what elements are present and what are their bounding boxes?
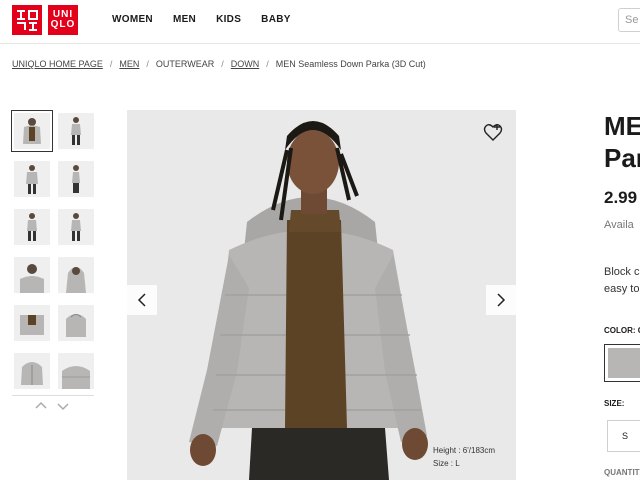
breadcrumb-home[interactable]: UNIQLO HOME PAGE (12, 59, 103, 69)
breadcrumb-outerwear[interactable]: OUTERWEAR (156, 59, 214, 69)
nav-men[interactable]: MEN (173, 14, 196, 25)
thumbnail-8[interactable] (58, 257, 94, 293)
thumbnail-3[interactable] (14, 161, 50, 197)
product-title-line2: Park (604, 143, 640, 173)
size-option-s[interactable]: S (607, 420, 640, 452)
logo-text-bottom: QLO (50, 19, 76, 30)
breadcrumb-separator: / (109, 59, 113, 69)
thumbnail-1[interactable] (11, 110, 53, 152)
product-description: Block c easy to (604, 264, 639, 298)
thumbnail-6[interactable] (58, 209, 94, 245)
breadcrumb-men[interactable]: MEN (119, 59, 139, 69)
breadcrumb-current: MEN Seamless Down Parka (3D Cut) (275, 59, 426, 69)
main-nav: WOMEN MEN KIDS BABY (112, 14, 291, 25)
thumbnail-nav (34, 400, 70, 412)
product-title-line1: MEN (604, 111, 640, 141)
color-label: COLOR: G (604, 326, 640, 335)
size-label: SIZE: (604, 399, 625, 408)
model-size: Size : L (433, 459, 460, 468)
breadcrumb-separator: / (221, 59, 224, 69)
thumbnail-5[interactable] (14, 209, 50, 245)
breadcrumb: UNIQLO HOME PAGE / MEN / OUTERWEAR / DOW… (12, 59, 426, 69)
model-height: Height : 6'/183cm (433, 446, 496, 455)
product-title: MEN Park (604, 110, 640, 174)
product-photo (127, 110, 516, 480)
search-input[interactable]: Se (618, 8, 640, 32)
nav-kids[interactable]: KIDS (216, 14, 241, 25)
description-line1: Block c (604, 266, 640, 278)
color-swatch-gray[interactable] (604, 344, 640, 382)
katakana-logo-icon (12, 5, 42, 35)
uniqlo-logo[interactable]: UNI QLO (48, 5, 78, 35)
chevron-left-icon (137, 293, 146, 307)
nav-women[interactable]: WOMEN (112, 14, 153, 25)
heart-plus-icon[interactable] (482, 122, 504, 144)
product-price: 2.99 (604, 188, 638, 207)
product-main-image: Height : 6'/183cm Size : L (127, 110, 516, 480)
thumbnail-7[interactable] (14, 257, 50, 293)
quantity-label: QUANTITY (604, 468, 640, 477)
breadcrumb-separator: / (266, 59, 269, 69)
thumbnail-4[interactable] (58, 161, 94, 197)
chevron-down-icon[interactable] (56, 400, 70, 412)
thumbnail-12[interactable] (58, 353, 94, 389)
thumbnail-11[interactable] (14, 353, 50, 389)
chevron-right-icon (497, 293, 506, 307)
model-info: Height : 6'/183cm Size : L (433, 444, 495, 470)
thumbnail-divider (12, 395, 94, 396)
breadcrumb-separator: / (146, 59, 149, 69)
description-line2: easy to (604, 283, 640, 295)
uniqlo-logo-katakana[interactable] (12, 5, 42, 35)
thumbnail-9[interactable] (14, 305, 50, 341)
availability-text: Availa (604, 219, 634, 231)
thumbnail-10[interactable] (58, 305, 94, 341)
breadcrumb-down[interactable]: DOWN (231, 59, 260, 69)
previous-image-button[interactable] (127, 285, 157, 315)
nav-baby[interactable]: BABY (261, 14, 291, 25)
thumbnail-2[interactable] (58, 113, 94, 149)
site-header: UNI QLO WOMEN MEN KIDS BABY Se (0, 0, 640, 44)
color-swatch-fill (608, 348, 640, 378)
chevron-up-icon[interactable] (34, 400, 48, 412)
next-image-button[interactable] (486, 285, 516, 315)
